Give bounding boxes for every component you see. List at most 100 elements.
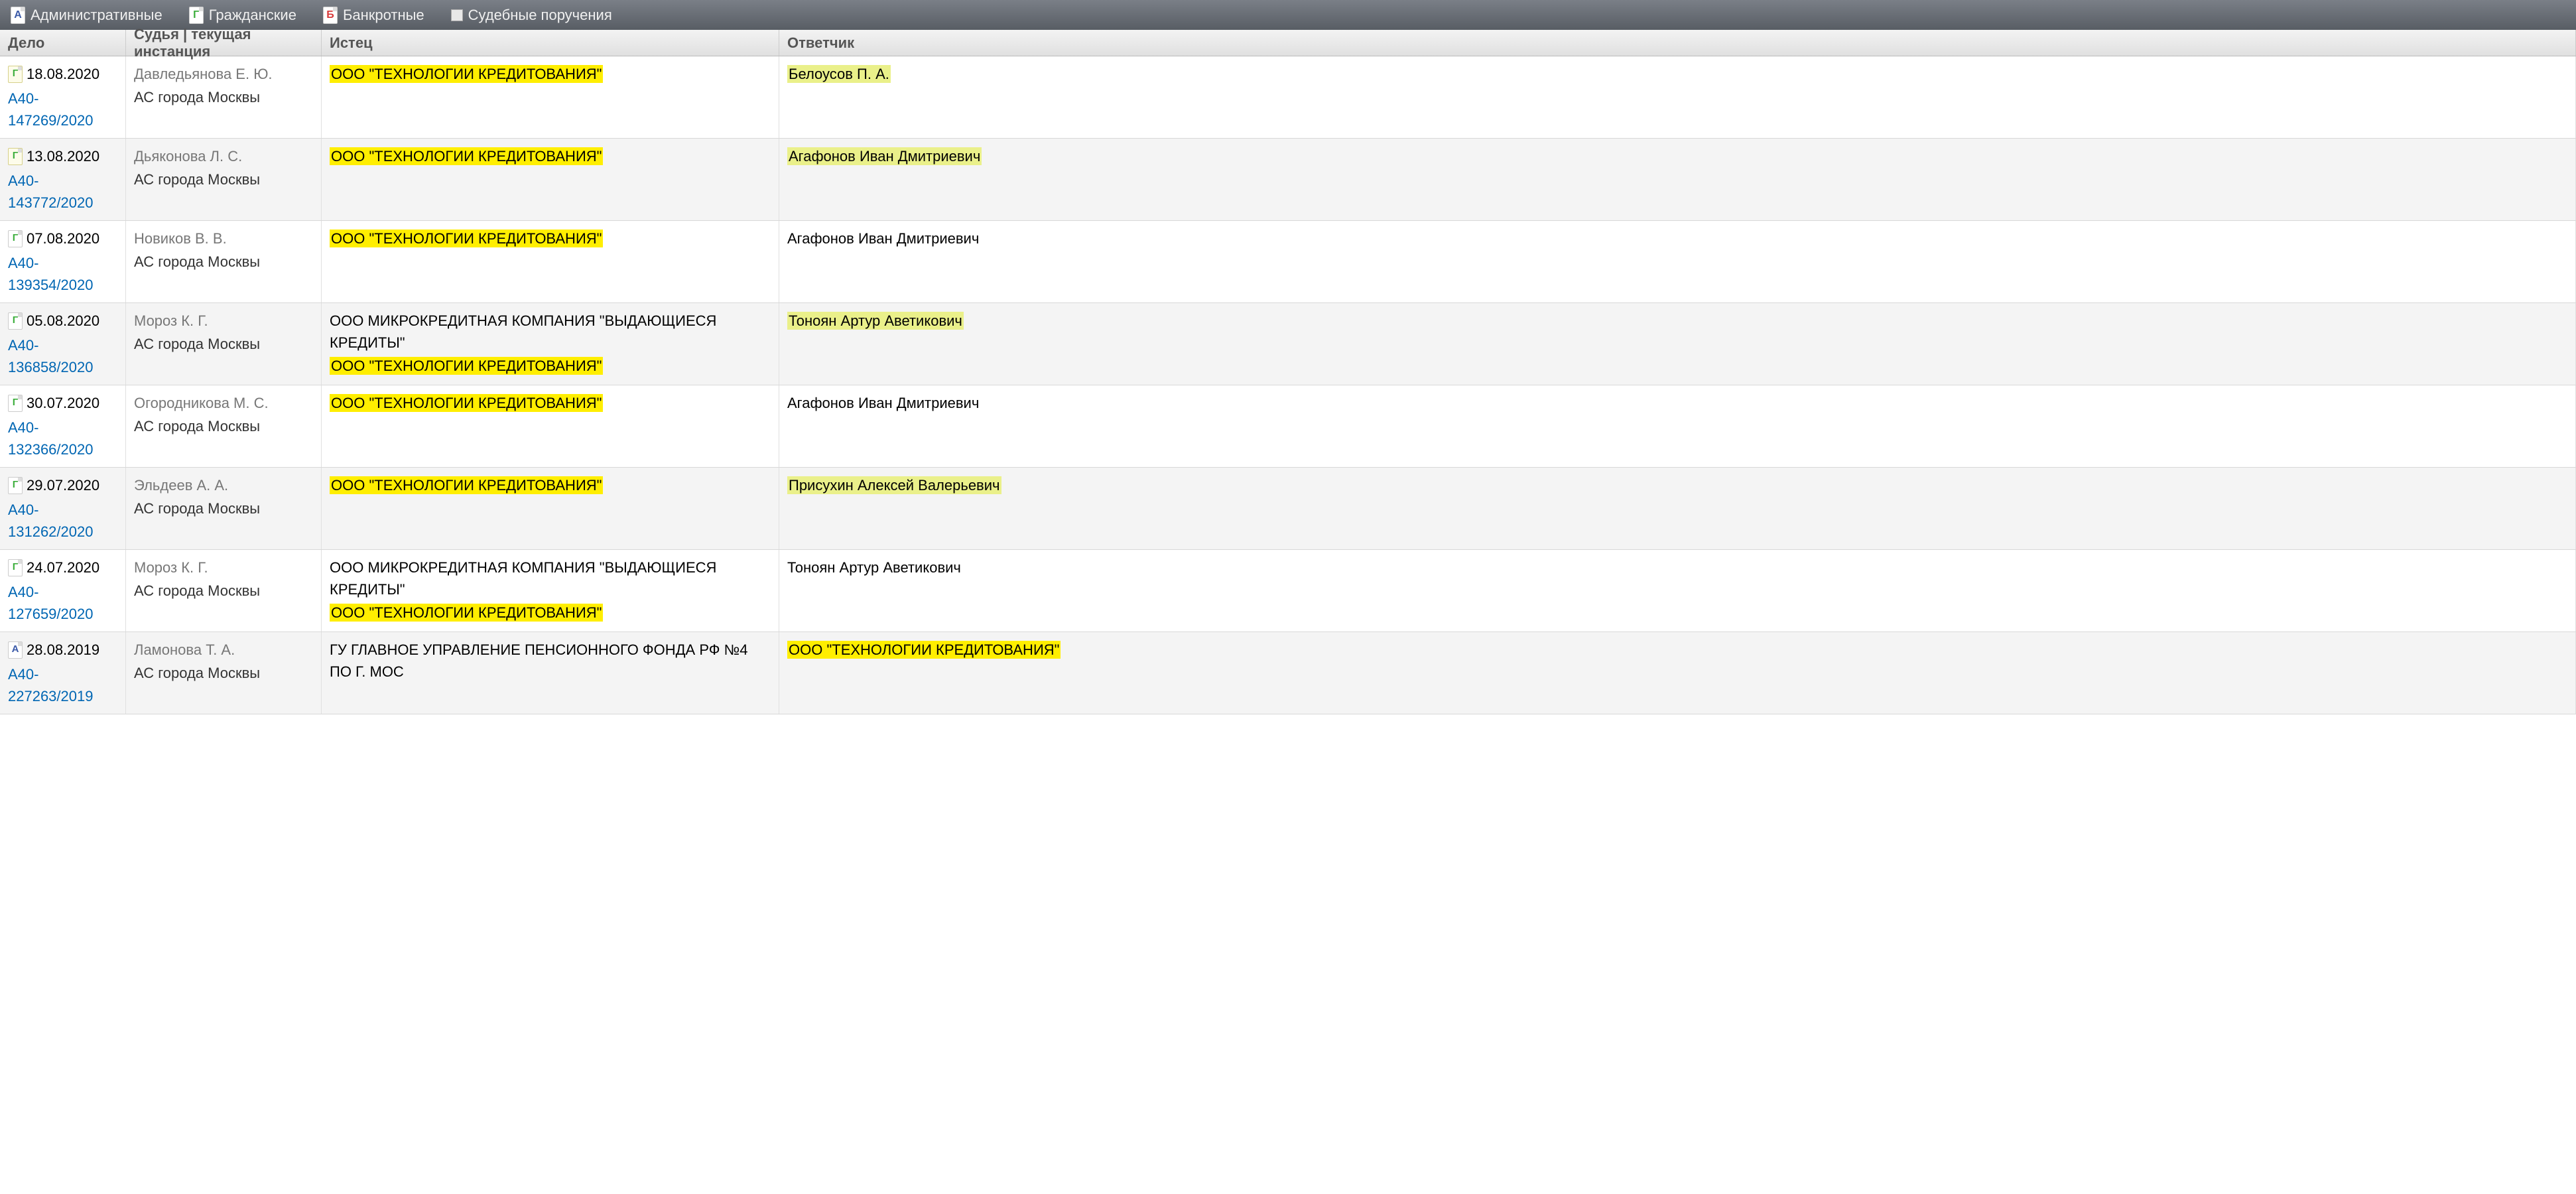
case-cell: Г05.08.2020А40-136858/2020 [0, 303, 126, 385]
defendant-name: Агафонов Иван Дмитриевич [787, 230, 979, 247]
table-row[interactable]: Г13.08.2020 А40-143772/2020Дьяконова Л. С… [0, 139, 2576, 221]
court-name: АС города Москвы [134, 662, 313, 684]
table-row[interactable]: Г24.07.2020А40-127659/2020Мороз К. Г.АС … [0, 550, 2576, 632]
filter-court-orders[interactable]: Судебные поручения [451, 7, 612, 24]
plaintiff-cell: ООО "ТЕХНОЛОГИИ КРЕДИТОВАНИЯ" [322, 468, 779, 549]
filter-label: Гражданские [209, 7, 296, 24]
judge-cell: Ламонова Т. А.АС города Москвы [126, 632, 322, 714]
case-type-icon: Г [8, 148, 23, 165]
table-row[interactable]: Г05.08.2020А40-136858/2020Мороз К. Г.АС … [0, 303, 2576, 385]
admin-icon: А [11, 7, 25, 24]
defendant-cell: Агафонов Иван Дмитриевич [779, 139, 2576, 220]
plaintiff-cell: ООО "ТЕХНОЛОГИИ КРЕДИТОВАНИЯ" [322, 139, 779, 220]
table-header: Дело Судья | текущая инстанция Истец Отв… [0, 30, 2576, 56]
court-name: АС города Москвы [134, 498, 313, 519]
case-number-link[interactable]: А40-147269/2020 [8, 88, 117, 131]
case-type-icon: Г [8, 477, 23, 494]
defendant-name: Агафонов Иван Дмитриевич [787, 147, 982, 165]
filter-civil[interactable]: Г Гражданские [189, 7, 296, 24]
court-name: АС города Москвы [134, 86, 313, 108]
filter-toolbar: А Административные Г Гражданские Б Банкр… [0, 0, 2576, 30]
table-row[interactable]: А28.08.2019А40-227263/2019Ламонова Т. А.… [0, 632, 2576, 714]
case-number-link[interactable]: А40-139354/2020 [8, 252, 117, 296]
table-body: Г18.08.2020А40-147269/2020Давледьянова Е… [0, 56, 2576, 714]
plaintiff-cell: ООО "ТЕХНОЛОГИИ КРЕДИТОВАНИЯ" [322, 56, 779, 138]
case-cell: Г07.08.2020 А40-139354/2020 [0, 221, 126, 302]
plaintiff-name: ООО "ТЕХНОЛОГИИ КРЕДИТОВАНИЯ" [330, 604, 603, 622]
judge-cell: Давледьянова Е. Ю.АС города Москвы [126, 56, 322, 138]
table-row[interactable]: Г18.08.2020А40-147269/2020Давледьянова Е… [0, 56, 2576, 139]
filter-label: Административные [31, 7, 162, 24]
header-judge[interactable]: Судья | текущая инстанция [126, 30, 322, 56]
defendant-name: ООО "ТЕХНОЛОГИИ КРЕДИТОВАНИЯ" [787, 641, 1061, 659]
judge-name: Мороз К. Г. [134, 557, 313, 578]
checkbox-icon[interactable] [451, 9, 463, 21]
court-name: АС города Москвы [134, 251, 313, 273]
plaintiff-cell: ООО МИКРОКРЕДИТНАЯ КОМПАНИЯ "ВЫДАЮЩИЕСЯ … [322, 303, 779, 385]
case-date: 28.08.2019 [27, 639, 99, 661]
table-row[interactable]: Г30.07.2020А40-132366/2020Огородникова М… [0, 385, 2576, 468]
plaintiff-name: ООО "ТЕХНОЛОГИИ КРЕДИТОВАНИЯ" [330, 147, 603, 165]
case-type-icon: Г [8, 312, 23, 330]
plaintiff-name: ООО МИКРОКРЕДИТНАЯ КОМПАНИЯ "ВЫДАЮЩИЕСЯ … [330, 312, 716, 351]
judge-name: Огородникова М. С. [134, 392, 313, 414]
case-cell: Г24.07.2020 А40-127659/2020 [0, 550, 126, 631]
case-number-link[interactable]: А40-136858/2020 [8, 334, 117, 378]
case-number-link[interactable]: А40-143772/2020 [8, 170, 117, 214]
filter-bankruptcy[interactable]: Б Банкротные [323, 7, 424, 24]
defendant-cell: Агафонов Иван Дмитриевич [779, 221, 2576, 302]
case-date: 24.07.2020 [27, 557, 99, 578]
judge-name: Давледьянова Е. Ю. [134, 63, 313, 85]
judge-name: Эльдеев А. А. [134, 474, 313, 496]
case-type-icon: Г [8, 559, 23, 576]
bankruptcy-icon: Б [323, 7, 338, 24]
court-name: АС города Москвы [134, 580, 313, 602]
case-cell: Г30.07.2020А40-132366/2020 [0, 385, 126, 467]
case-number-link[interactable]: А40-131262/2020 [8, 499, 117, 543]
defendant-cell: Тоноян Артур Аветикович [779, 303, 2576, 385]
plaintiff-name: ООО МИКРОКРЕДИТНАЯ КОМПАНИЯ "ВЫДАЮЩИЕСЯ … [330, 559, 716, 598]
case-cell: Г13.08.2020 А40-143772/2020 [0, 139, 126, 220]
header-defendant[interactable]: Ответчик [779, 30, 2576, 56]
defendant-cell: Агафонов Иван Дмитриевич [779, 385, 2576, 467]
table-row[interactable]: Г07.08.2020А40-139354/2020Новиков В. В.А… [0, 221, 2576, 303]
case-date: 18.08.2020 [27, 63, 99, 85]
filter-label: Банкротные [343, 7, 424, 24]
judge-cell: Огородникова М. С.АС города Москвы [126, 385, 322, 467]
case-date: 29.07.2020 [27, 474, 99, 496]
filter-administrative[interactable]: А Административные [11, 7, 162, 24]
judge-name: Ламонова Т. А. [134, 639, 313, 661]
case-cell: А28.08.2019А40-227263/2019 [0, 632, 126, 714]
defendant-cell: Присухин Алексей Валерьевич [779, 468, 2576, 549]
defendant-name: Тоноян Артур Аветикович [787, 559, 961, 576]
court-name: АС города Москвы [134, 415, 313, 437]
plaintiff-cell: ООО МИКРОКРЕДИТНАЯ КОМПАНИЯ "ВЫДАЮЩИЕСЯ … [322, 550, 779, 631]
case-type-icon: А [8, 641, 23, 659]
plaintiff-name: ООО "ТЕХНОЛОГИИ КРЕДИТОВАНИЯ" [330, 230, 603, 247]
case-date: 30.07.2020 [27, 392, 99, 414]
defendant-name: Агафонов Иван Дмитриевич [787, 395, 979, 411]
plaintiff-name: ООО "ТЕХНОЛОГИИ КРЕДИТОВАНИЯ" [330, 394, 603, 412]
case-date: 13.08.2020 [27, 145, 99, 167]
court-name: АС города Москвы [134, 333, 313, 355]
case-type-icon: Г [8, 230, 23, 247]
civil-icon: Г [189, 7, 204, 24]
case-number-link[interactable]: А40-132366/2020 [8, 417, 117, 460]
table-row[interactable]: Г29.07.2020А40-131262/2020Эльдеев А. А.А… [0, 468, 2576, 550]
plaintiff-cell: ГУ ГЛАВНОЕ УПРАВЛЕНИЕ ПЕНСИОННОГО ФОНДА … [322, 632, 779, 714]
defendant-name: Тоноян Артур Аветикович [787, 312, 964, 330]
judge-cell: Дьяконова Л. С.АС города Москвы [126, 139, 322, 220]
header-plaintiff[interactable]: Истец [322, 30, 779, 56]
case-number-link[interactable]: А40-127659/2020 [8, 581, 117, 625]
judge-cell: Эльдеев А. А.АС города Москвы [126, 468, 322, 549]
court-name: АС города Москвы [134, 168, 313, 190]
plaintiff-cell: ООО "ТЕХНОЛОГИИ КРЕДИТОВАНИЯ" [322, 385, 779, 467]
header-case[interactable]: Дело [0, 30, 126, 56]
judge-cell: Мороз К. Г.АС города Москвы [126, 550, 322, 631]
case-date: 07.08.2020 [27, 228, 99, 249]
defendant-cell: ООО "ТЕХНОЛОГИИ КРЕДИТОВАНИЯ" [779, 632, 2576, 714]
plaintiff-name: ООО "ТЕХНОЛОГИИ КРЕДИТОВАНИЯ" [330, 357, 603, 375]
judge-name: Новиков В. В. [134, 228, 313, 249]
defendant-name: Белоусов П. А. [787, 65, 891, 83]
case-number-link[interactable]: А40-227263/2019 [8, 663, 117, 707]
